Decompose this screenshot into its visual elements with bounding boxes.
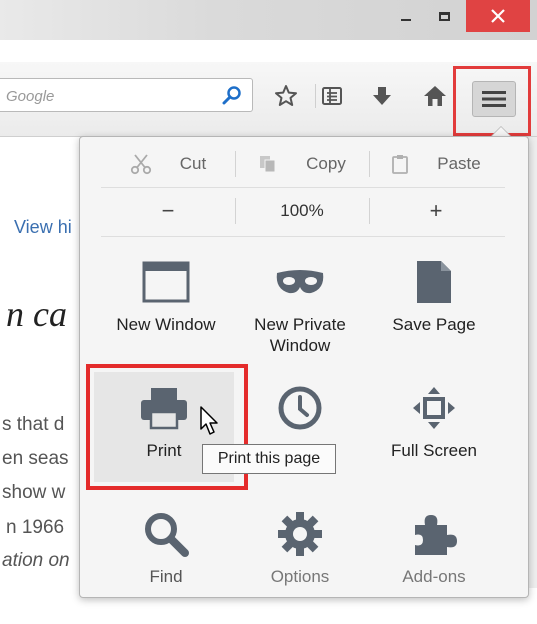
article-heading-fragment: n ca [6,294,67,334]
full-screen-label: Full Screen [391,441,477,460]
article-text-fragment: show w [2,482,66,503]
zoom-level-label: 100% [280,201,324,220]
page-icon [417,261,451,303]
clock-icon [278,386,322,430]
options-button[interactable]: Options [232,506,368,624]
new-window-button[interactable]: New Window [98,254,234,372]
minimize-icon [401,19,411,21]
maximize-icon [438,11,450,21]
toolbar-separator [315,84,316,108]
paste-icon [392,155,409,174]
search-input[interactable] [4,85,218,107]
hamburger-menu-icon [482,91,506,107]
save-page-label: Save Page [392,315,476,334]
add-ons-button[interactable]: Add-ons [366,506,502,624]
mask-icon [276,270,324,294]
cut-label: Cut [179,154,207,173]
edit-controls-row: Cut Copy Paste [101,145,505,183]
save-page-button[interactable]: Save Page [366,254,502,372]
reading-list-icon [322,87,342,105]
print-tooltip: Print this page [202,444,336,474]
add-ons-label: Add-ons [402,567,466,586]
new-private-window-button[interactable]: New Private Window [232,254,368,372]
menu-divider [101,236,505,237]
copy-label: Copy [306,154,346,173]
search-icon[interactable] [222,85,242,105]
article-text-fragment: s that d [2,414,65,435]
new-window-label: New Window [116,315,216,334]
bookmark-star-icon [275,85,297,106]
fullscreen-icon [413,387,455,429]
mouse-cursor-icon [200,406,218,435]
paste-label: Paste [437,154,481,173]
article-text-fragment: ation on [2,550,70,571]
full-screen-button[interactable]: Full Screen [366,380,502,498]
open-menu-button[interactable] [472,81,516,117]
zoom-in-label: + [429,198,443,223]
copy-button[interactable]: Copy [235,145,369,183]
tooltip-text: Print this page [217,450,321,467]
article-text-fragment: en seas [2,448,69,469]
puzzle-icon [415,515,457,555]
window-icon [142,261,190,303]
zoom-reset-button[interactable]: 100% [235,192,369,230]
cut-button[interactable]: Cut [101,145,235,183]
reading-list-button[interactable] [318,82,346,110]
scissors-icon [130,154,151,175]
copy-icon [260,156,276,173]
maximize-button[interactable] [426,0,462,32]
zoom-out-label: − [161,198,175,223]
download-button[interactable] [368,82,396,110]
search-box [0,78,253,112]
paste-button[interactable]: Paste [369,145,503,183]
magnifier-icon [145,513,189,557]
home-button[interactable] [421,82,449,110]
close-button[interactable] [466,0,530,32]
download-icon [373,87,391,105]
new-private-window-label: New Private Window [254,315,346,355]
history-button[interactable]: History [232,380,368,498]
gear-icon [278,512,322,556]
minimize-button[interactable] [388,0,424,32]
title-bar [0,0,537,40]
article-text-fragment: n 1966 [6,517,65,538]
options-label: Options [270,567,330,586]
zoom-controls-row: − 100% + [101,192,505,230]
view-history-link[interactable]: View hi [14,217,72,238]
navigation-toolbar [0,62,537,137]
find-label: Find [149,567,183,586]
find-button[interactable]: Find [98,506,234,624]
bookmark-star-button[interactable] [272,82,300,110]
home-icon [424,86,446,106]
close-icon [491,9,505,23]
menu-divider [101,187,505,188]
zoom-out-button[interactable]: − [101,192,235,230]
zoom-in-button[interactable]: + [369,192,503,230]
